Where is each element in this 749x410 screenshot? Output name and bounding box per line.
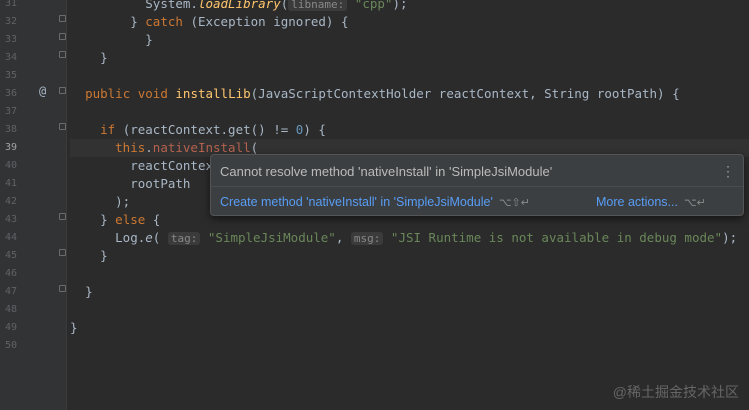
line-number: 34 xyxy=(4,52,17,63)
line-number: 42 xyxy=(4,196,17,207)
line-number: 38 xyxy=(4,124,17,135)
code-line: if (reactContext.get() != 0) { xyxy=(100,122,326,137)
line-number: 36 xyxy=(4,88,17,99)
popup-divider xyxy=(211,186,743,187)
code-line: public void installLib(JavaScriptContext… xyxy=(85,86,680,101)
code-line: } xyxy=(100,248,108,263)
fold-toggle-icon[interactable] xyxy=(59,123,66,130)
line-number: 45 xyxy=(4,250,17,261)
line-number: 47 xyxy=(4,286,17,297)
line-number: 49 xyxy=(4,322,17,333)
code-line: } xyxy=(100,50,108,65)
line-number: 33 xyxy=(4,34,17,45)
code-line: } xyxy=(70,320,78,335)
code-line: } xyxy=(145,32,153,47)
line-number: 46 xyxy=(4,268,17,279)
error-quickfix-popup: Cannot resolve method 'nativeInstall' in… xyxy=(210,154,744,216)
line-number: 41 xyxy=(4,178,17,189)
line-number: 35 xyxy=(4,70,17,81)
create-method-action[interactable]: Create method 'nativeInstall' in 'Simple… xyxy=(220,195,493,209)
code-line: System.loadLibrary(libname: "cpp"); xyxy=(145,0,408,11)
line-number: 32 xyxy=(4,16,17,27)
line-number-current: 39 xyxy=(4,142,17,153)
line-number: 40 xyxy=(4,160,17,171)
fold-toggle-icon[interactable] xyxy=(59,213,66,220)
more-actions-shortcut: ⌥↵ xyxy=(683,197,706,209)
line-number: 43 xyxy=(4,214,17,225)
line-number: 44 xyxy=(4,232,17,243)
fold-toggle-icon[interactable] xyxy=(59,249,66,256)
override-marker-icon[interactable]: @ xyxy=(39,84,46,98)
line-number: 37 xyxy=(4,106,17,117)
more-actions-link[interactable]: More actions... xyxy=(596,195,678,209)
fold-toggle-icon[interactable] xyxy=(59,15,66,22)
create-method-shortcut: ⌥⇧↵ xyxy=(498,197,530,209)
popup-error-message: Cannot resolve method 'nativeInstall' in… xyxy=(220,164,553,179)
code-line: } xyxy=(85,284,93,299)
watermark: @稀土掘金技术社区 xyxy=(612,384,739,400)
line-number: 50 xyxy=(4,340,17,351)
fold-toggle-icon[interactable] xyxy=(59,285,66,292)
fold-toggle-icon[interactable] xyxy=(59,33,66,40)
line-number: 31 xyxy=(4,0,17,9)
editor-gutter: 31 32 33 34 35 36 37 38 39 40 41 42 43 4… xyxy=(0,0,67,410)
more-options-icon[interactable]: ⋮ xyxy=(721,163,735,180)
code-line: } catch (Exception ignored) { xyxy=(130,14,349,29)
fold-toggle-icon[interactable] xyxy=(59,87,66,94)
fold-toggle-icon[interactable] xyxy=(59,51,66,58)
line-number: 48 xyxy=(4,304,17,315)
code-line: Log.e( tag: "SimpleJsiModule", msg: "JSI… xyxy=(115,230,738,245)
